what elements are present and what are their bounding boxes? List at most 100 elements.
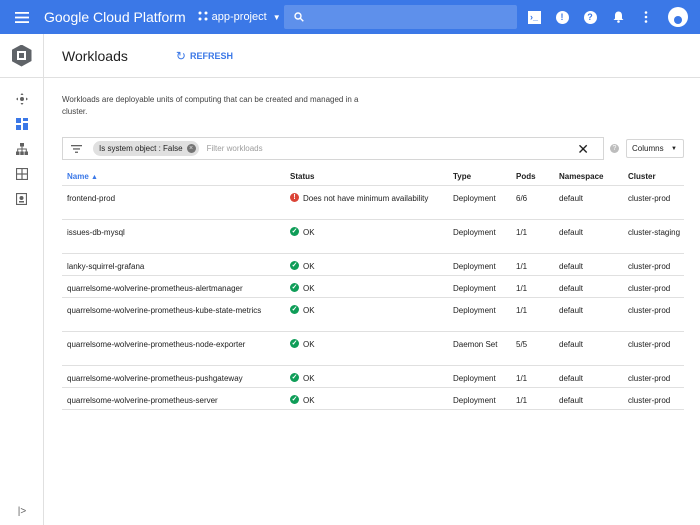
status-cell: ✓ OK [290, 339, 315, 349]
cluster-cell: cluster-staging [628, 228, 681, 237]
nav-applications[interactable] [0, 161, 43, 186]
nav-clusters[interactable] [0, 86, 43, 111]
help-button[interactable]: ? [576, 0, 604, 34]
nav-configuration[interactable] [0, 186, 43, 211]
status-cell: ✓ OK [290, 305, 315, 315]
table-row: quarrelsome-wolverine-prometheus-kube-st… [62, 298, 684, 332]
workload-name-link[interactable]: quarrelsome-wolverine-prometheus-pushgat… [67, 373, 277, 384]
clear-filter-icon[interactable]: ✕ [577, 141, 589, 157]
check-circle-icon: ✓ [290, 305, 299, 314]
columns-dropdown[interactable]: Columns ▼ [626, 139, 684, 158]
check-circle-icon: ✓ [290, 227, 299, 236]
filter-list-icon[interactable] [63, 144, 89, 153]
table-header-row: Name ▲ Status Type Pods Namespace Cluste… [62, 166, 684, 186]
workload-name-link[interactable]: quarrelsome-wolverine-prometheus-node-ex… [67, 339, 277, 350]
column-header-name[interactable]: Name ▲ [67, 172, 277, 181]
workload-name-link[interactable]: issues-db-mysql [67, 227, 277, 238]
sort-ascending-icon: ▲ [91, 174, 98, 181]
collapse-nav-icon[interactable]: |> [0, 506, 44, 517]
support-button[interactable]: ! [548, 0, 576, 34]
filter-chip[interactable]: Is system object : False × [93, 141, 199, 156]
refresh-label: REFRESH [189, 50, 233, 61]
check-circle-icon: ✓ [290, 395, 299, 404]
nav-workloads[interactable] [0, 111, 43, 136]
filter-input[interactable] [206, 144, 547, 153]
namespace-cell: default [559, 396, 584, 405]
cluster-cell: cluster-prod [628, 396, 671, 405]
status-cell: ✓ OK [290, 283, 315, 293]
pods-cell: 5/5 [516, 340, 528, 349]
chip-remove-icon[interactable]: × [186, 144, 196, 153]
column-header-pods[interactable]: Pods [516, 172, 546, 181]
filter-help-icon[interactable]: ? [610, 144, 619, 153]
error-icon: ! [290, 193, 299, 202]
pods-cell: 1/1 [516, 396, 528, 405]
person-icon [674, 16, 682, 24]
bell-icon [613, 11, 623, 23]
search-icon [294, 12, 304, 22]
status-cell: ✓ OK [290, 261, 315, 271]
account-avatar[interactable] [668, 7, 688, 27]
cluster-cell: cluster-prod [628, 284, 671, 293]
namespace-cell: default [559, 306, 584, 315]
column-header-cluster[interactable]: Cluster [628, 172, 684, 181]
type-cell: Deployment [453, 306, 496, 315]
table-row: quarrelsome-wolverine-prometheus-server … [62, 388, 684, 410]
cluster-cell: cluster-prod [628, 306, 671, 315]
pods-cell: 1/1 [516, 374, 528, 383]
namespace-cell: default [559, 284, 584, 293]
status-cell: ! Does not have minimum availability [290, 193, 440, 204]
namespace-cell: default [559, 340, 584, 349]
check-circle-icon: ✓ [290, 283, 299, 292]
terminal-icon: ›_ [527, 10, 541, 24]
namespace-cell: default [559, 228, 584, 237]
status-cell: ✓ OK [290, 227, 315, 237]
columns-label: Columns [632, 144, 664, 153]
type-cell: Deployment [453, 194, 496, 203]
workload-name-link[interactable]: lanky-squirrel-grafana [67, 261, 277, 272]
help-icon: ? [583, 10, 597, 24]
nav-services[interactable] [0, 136, 43, 161]
workloads-icon [15, 117, 28, 130]
services-tree-icon [15, 142, 28, 155]
table-row: lanky-squirrel-grafana ✓ OK Deployment 1/… [62, 254, 684, 276]
search-box[interactable] [284, 5, 517, 29]
filter-bar: Is system object : False × ✕ [62, 137, 604, 160]
pods-cell: 6/6 [516, 194, 528, 203]
cluster-cell: cluster-prod [628, 374, 671, 383]
pods-cell: 1/1 [516, 262, 528, 271]
project-dots-icon [198, 11, 208, 24]
column-header-namespace[interactable]: Namespace [559, 172, 614, 181]
column-header-type[interactable]: Type [453, 172, 503, 181]
type-cell: Deployment [453, 374, 496, 383]
hamburger-menu-icon[interactable] [0, 0, 44, 34]
pods-cell: 1/1 [516, 306, 528, 315]
table-row: issues-db-mysql ✓ OK Deployment 1/1 defau… [62, 220, 684, 254]
workload-name-link[interactable]: quarrelsome-wolverine-prometheus-alertma… [67, 283, 277, 294]
namespace-cell: default [559, 194, 584, 203]
notifications-button[interactable] [604, 0, 632, 34]
refresh-button[interactable]: ↻ REFRESH [176, 49, 233, 63]
status-cell: ✓ OK [290, 373, 315, 383]
brand-title[interactable]: Google Cloud Platform [44, 9, 186, 25]
workload-name-link[interactable]: frontend-prod [67, 193, 277, 204]
column-header-status[interactable]: Status [290, 172, 440, 181]
support-chat-icon: ! [555, 10, 569, 24]
more-options-button[interactable] [632, 0, 660, 34]
kubernetes-engine-logo[interactable] [0, 34, 43, 78]
namespace-cell: default [559, 374, 584, 383]
check-circle-icon: ✓ [290, 339, 299, 348]
side-nav-rail: |> [0, 34, 44, 525]
type-cell: Deployment [453, 284, 496, 293]
cloud-shell-button[interactable]: ›_ [520, 0, 548, 34]
caret-down-icon: ▼ [671, 145, 677, 152]
page-header: Workloads ↻ REFRESH [44, 34, 700, 78]
clusters-icon [15, 92, 28, 105]
caret-down-icon: ▼ [272, 12, 281, 22]
workload-name-link[interactable]: quarrelsome-wolverine-prometheus-kube-st… [67, 305, 277, 316]
table-row: quarrelsome-wolverine-prometheus-alertma… [62, 276, 684, 298]
pods-cell: 1/1 [516, 228, 528, 237]
project-selector[interactable]: app-project ▼ [198, 11, 281, 24]
configuration-icon [16, 192, 27, 205]
workload-name-link[interactable]: quarrelsome-wolverine-prometheus-server [67, 395, 277, 406]
